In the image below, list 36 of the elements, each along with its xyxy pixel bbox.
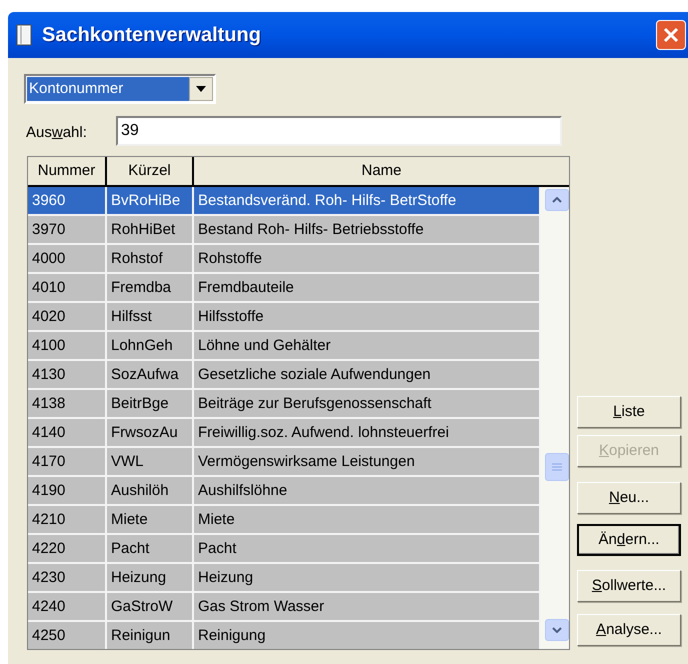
grip-icon (552, 463, 562, 471)
table-row[interactable]: 4170 VWL Vermögenswirksame Leistungen (28, 448, 541, 477)
sort-dropdown[interactable]: Kontonummer (24, 74, 216, 104)
action-button[interactable]: Neu... (577, 482, 681, 514)
scroll-up-button[interactable] (545, 189, 569, 211)
table-row[interactable]: 4130 SozAufwa Gesetzliche soziale Aufwendungen (28, 361, 541, 390)
table-row[interactable]: 4250 Reinigun Reinigung (28, 622, 541, 649)
window-icon (16, 24, 32, 46)
table-row[interactable]: 4190 Aushilöh Aushilfslöhne (28, 477, 541, 506)
action-button[interactable]: Ändern... (577, 524, 681, 556)
scroll-down-button[interactable] (545, 619, 569, 641)
table-row[interactable]: 4020 Hilfsst Hilfsstoffe (28, 303, 541, 332)
window-title: Sachkontenverwaltung (42, 23, 261, 48)
table-cell: Reinigun (107, 622, 194, 649)
table-row[interactable]: 4010 Fremdba Fremdbauteile (28, 274, 541, 303)
table-row[interactable]: 4138 BeitrBge Beiträge zur Berufsgenossenschaft (28, 390, 541, 419)
action-button[interactable]: Liste (577, 396, 681, 428)
close-button[interactable] (656, 20, 686, 50)
table-row[interactable]: 4140 FrwsozAu Freiwillig.soz. Aufwend. lohnsteuerfrei (28, 419, 541, 448)
scrollbar[interactable] (541, 187, 569, 649)
action-button[interactable]: Analyse... (577, 614, 681, 646)
table-row[interactable]: 4000 Rohstof Rohstoffe (28, 245, 541, 274)
close-icon (663, 27, 679, 43)
table-row[interactable]: 4210 Miete Miete (28, 506, 541, 535)
filter-label: Auswahl: (26, 123, 87, 143)
filter-input[interactable]: 39 (116, 116, 562, 146)
table-row[interactable]: 4220 Pacht Pacht (28, 535, 541, 564)
table-cell: 4250 (28, 622, 107, 649)
table-row[interactable]: 4240 GaStroW Gas Strom Wasser (28, 593, 541, 622)
table-row[interactable]: 4100 LohnGeh Löhne und Gehälter (28, 332, 541, 361)
action-button[interactable]: Sollwerte... (577, 570, 681, 602)
scroll-thumb[interactable] (545, 453, 569, 481)
table-row[interactable]: 3970 RohHiBet Bestand Roh- Hilfs- Betriebsstoffe (28, 216, 541, 245)
table-row[interactable]: 3960 BvRoHiBe Bestandsveränd. Roh- Hilfs- BetrStoffe (28, 187, 541, 216)
table-row[interactable]: 4230 Heizung Heizung (28, 564, 541, 593)
dropdown-value: Kontonummer (27, 77, 189, 101)
